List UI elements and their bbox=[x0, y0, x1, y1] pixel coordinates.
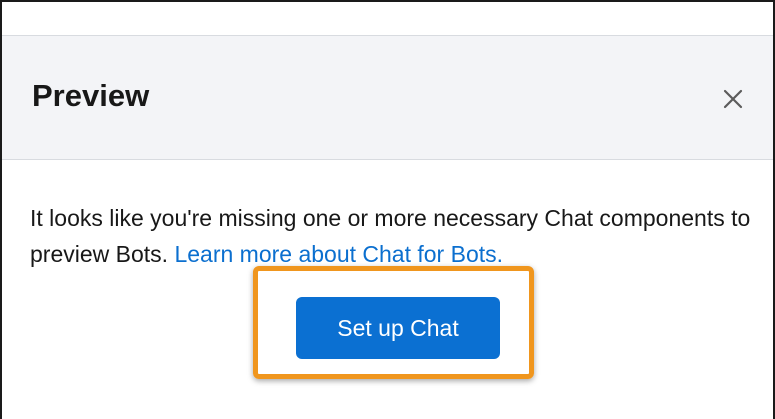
message-text: It looks like you're missing one or more… bbox=[30, 200, 770, 272]
modal-title: Preview bbox=[32, 78, 150, 113]
close-icon bbox=[723, 89, 743, 109]
close-button[interactable] bbox=[716, 82, 750, 116]
set-up-chat-button[interactable]: Set up Chat bbox=[296, 297, 500, 359]
learn-more-link[interactable]: Learn more about Chat for Bots. bbox=[174, 241, 503, 267]
top-strip bbox=[2, 2, 773, 36]
modal-header: Preview bbox=[2, 36, 773, 160]
